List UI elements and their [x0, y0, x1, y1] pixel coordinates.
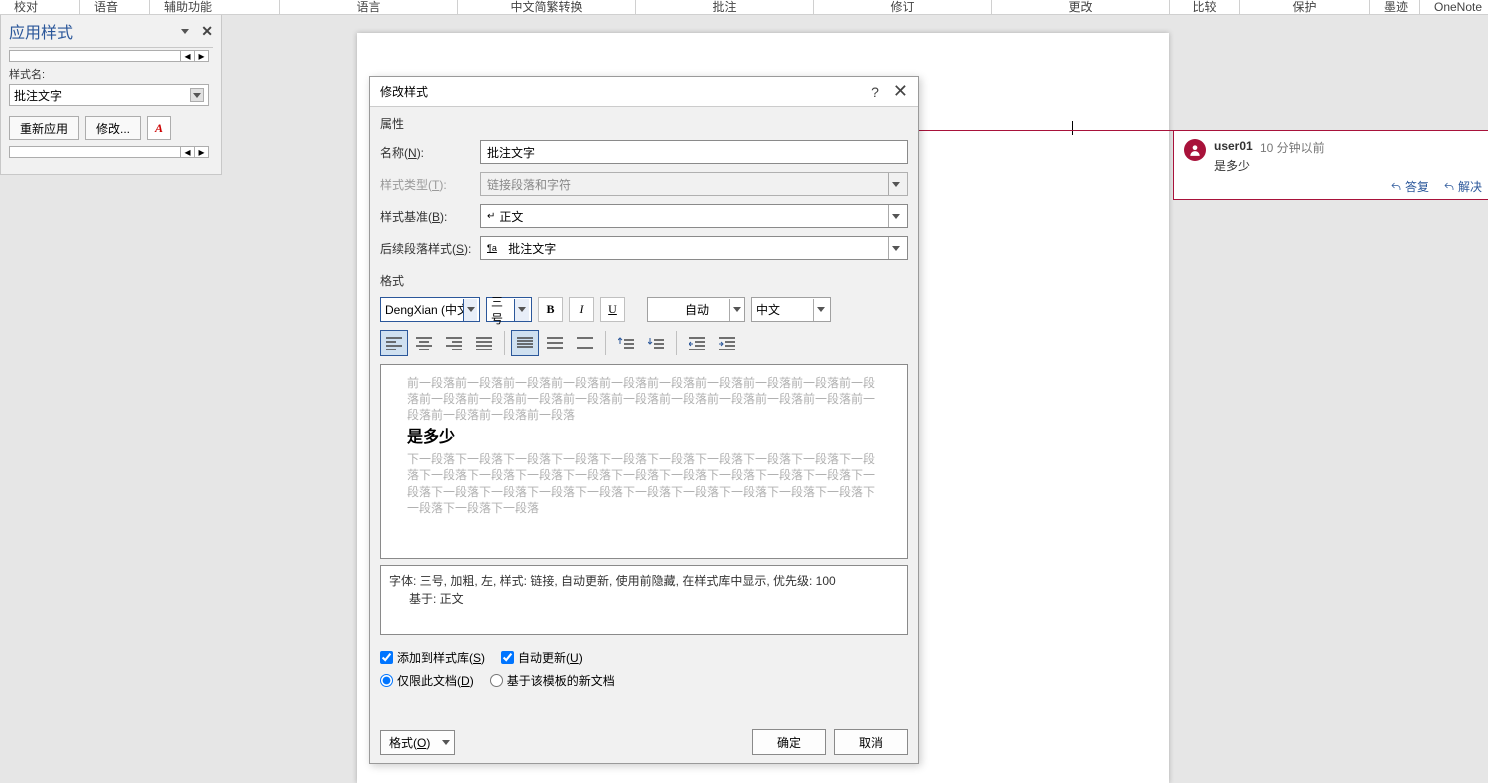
ribbon-item[interactable]: 比较 [1170, 0, 1240, 14]
size-select[interactable]: 三号 [486, 297, 532, 322]
type-label: 样式类型(T): [380, 176, 480, 193]
next-label: 后续段落样式(S): [380, 240, 480, 257]
description-box: 字体: 三号, 加粗, 左, 样式: 链接, 自动更新, 使用前隐藏, 在样式库… [380, 565, 908, 635]
lang-select[interactable]: 中文 [751, 297, 831, 322]
italic-button[interactable]: I [569, 297, 594, 322]
section-format: 格式 [370, 264, 918, 293]
dialog-title: 修改样式 [380, 83, 857, 100]
ribbon: 校对 语音 辅助功能 语言 中文简繁转换 批注 修订 更改 比较 保护 墨迹 O… [0, 0, 1488, 15]
apply-styles-panel: 应用样式 ✕ ◂▸ 样式名: 批注文字 重新应用 修改... A ◂▸ [0, 15, 222, 175]
underline-button[interactable]: U [600, 297, 625, 322]
section-properties: 属性 [370, 107, 918, 136]
bold-button[interactable]: B [538, 297, 563, 322]
dropdown-icon[interactable] [888, 205, 903, 227]
scroll-right[interactable]: ▸ [194, 147, 208, 157]
ribbon-item[interactable]: 墨迹 [1370, 0, 1420, 14]
cancel-button[interactable]: 取消 [834, 729, 908, 755]
help-icon[interactable]: ? [857, 84, 893, 100]
spacing-1-icon[interactable] [511, 330, 539, 356]
ribbon-item[interactable]: 辅助功能 [150, 0, 280, 14]
add-to-gallery-checkbox[interactable]: 添加到样式库(S) [380, 649, 485, 666]
align-left-icon[interactable] [380, 330, 408, 356]
avatar-icon [1184, 139, 1206, 161]
close-icon[interactable]: ✕ [893, 81, 908, 102]
reply-button[interactable]: 答复 [1390, 178, 1429, 195]
base-label: 样式基准(B): [380, 208, 480, 225]
ribbon-item[interactable]: 批注 [636, 0, 814, 14]
panel-title: 应用样式 [9, 19, 73, 43]
resolve-button[interactable]: 解决 [1443, 178, 1482, 195]
reapply-button[interactable]: 重新应用 [9, 116, 79, 140]
align-center-icon[interactable] [410, 330, 438, 356]
dropdown-icon[interactable] [888, 237, 903, 259]
preview-sample: 是多少 [407, 424, 881, 452]
space-before-inc-icon[interactable] [612, 330, 640, 356]
only-this-doc-radio[interactable]: 仅限此文档(D) [380, 672, 474, 689]
modify-button[interactable]: 修改... [85, 116, 141, 140]
name-input[interactable] [480, 140, 908, 164]
align-right-icon[interactable] [440, 330, 468, 356]
format-menu-button[interactable]: 格式(O) [380, 730, 455, 755]
indent-dec-icon[interactable] [683, 330, 711, 356]
auto-update-checkbox[interactable]: 自动更新(U) [501, 649, 583, 666]
modify-style-dialog: 修改样式 ? ✕ 属性 名称(N): 样式类型(T): 链接段落和字符 样式基准… [369, 76, 919, 764]
space-before-dec-icon[interactable] [642, 330, 670, 356]
dialog-titlebar[interactable]: 修改样式 ? ✕ [370, 77, 918, 107]
comment-user: user01 [1214, 139, 1253, 153]
preview-box: 前一段落前一段落前一段落前一段落前一段落前一段落前一段落前一段落前一段落前一段落… [380, 364, 908, 559]
ribbon-item[interactable]: 保护 [1240, 0, 1370, 14]
ribbon-item[interactable]: 中文简繁转换 [458, 0, 636, 14]
ribbon-item[interactable]: 语言 [280, 0, 458, 14]
comment-text: 是多少 [1214, 157, 1250, 174]
ribbon-item[interactable]: OneNote [1420, 0, 1488, 14]
scroll-left[interactable]: ◂ [180, 51, 194, 61]
ok-button[interactable]: 确定 [752, 729, 826, 755]
align-justify-icon[interactable] [470, 330, 498, 356]
ribbon-item[interactable]: 修订 [814, 0, 992, 14]
style-name-label: 样式名: [9, 62, 213, 84]
comment-card[interactable]: user01 10 分钟以前 是多少 答复 解决 [1173, 130, 1488, 200]
ribbon-item[interactable]: 更改 [992, 0, 1170, 14]
template-docs-radio[interactable]: 基于该模板的新文档 [490, 672, 615, 689]
next-select[interactable]: ¶a 批注文字 [480, 236, 908, 260]
panel-close-icon[interactable]: ✕ [201, 23, 213, 40]
preview-before: 前一段落前一段落前一段落前一段落前一段落前一段落前一段落前一段落前一段落前一段落… [407, 375, 881, 424]
type-select: 链接段落和字符 [480, 172, 908, 196]
color-select[interactable]: 自动 [647, 297, 745, 322]
style-name-select[interactable]: 批注文字 [9, 84, 209, 106]
style-name-value: 批注文字 [14, 87, 62, 104]
dropdown-icon[interactable] [190, 88, 204, 102]
ribbon-item[interactable]: 语音 [80, 0, 150, 14]
spacing-2-icon[interactable] [571, 330, 599, 356]
text-cursor [1072, 121, 1073, 135]
autocomplete-icon[interactable]: A [147, 116, 171, 140]
comment-time: 10 分钟以前 [1260, 139, 1325, 156]
preview-after: 下一段落下一段落下一段落下一段落下一段落下一段落下一段落下一段落下一段落下一段落… [407, 451, 881, 516]
scroll-left[interactable]: ◂ [180, 147, 194, 157]
name-label: 名称(N): [380, 144, 480, 161]
base-select[interactable]: ↵正文 [480, 204, 908, 228]
scroll-right[interactable]: ▸ [194, 51, 208, 61]
indent-inc-icon[interactable] [713, 330, 741, 356]
spacing-15-icon[interactable] [541, 330, 569, 356]
ribbon-item[interactable]: 校对 [0, 0, 80, 14]
comment-connector [918, 130, 1078, 131]
font-select[interactable]: DengXian (中文 [380, 297, 480, 322]
panel-menu-icon[interactable] [181, 29, 189, 34]
comment-connector [1077, 130, 1173, 131]
